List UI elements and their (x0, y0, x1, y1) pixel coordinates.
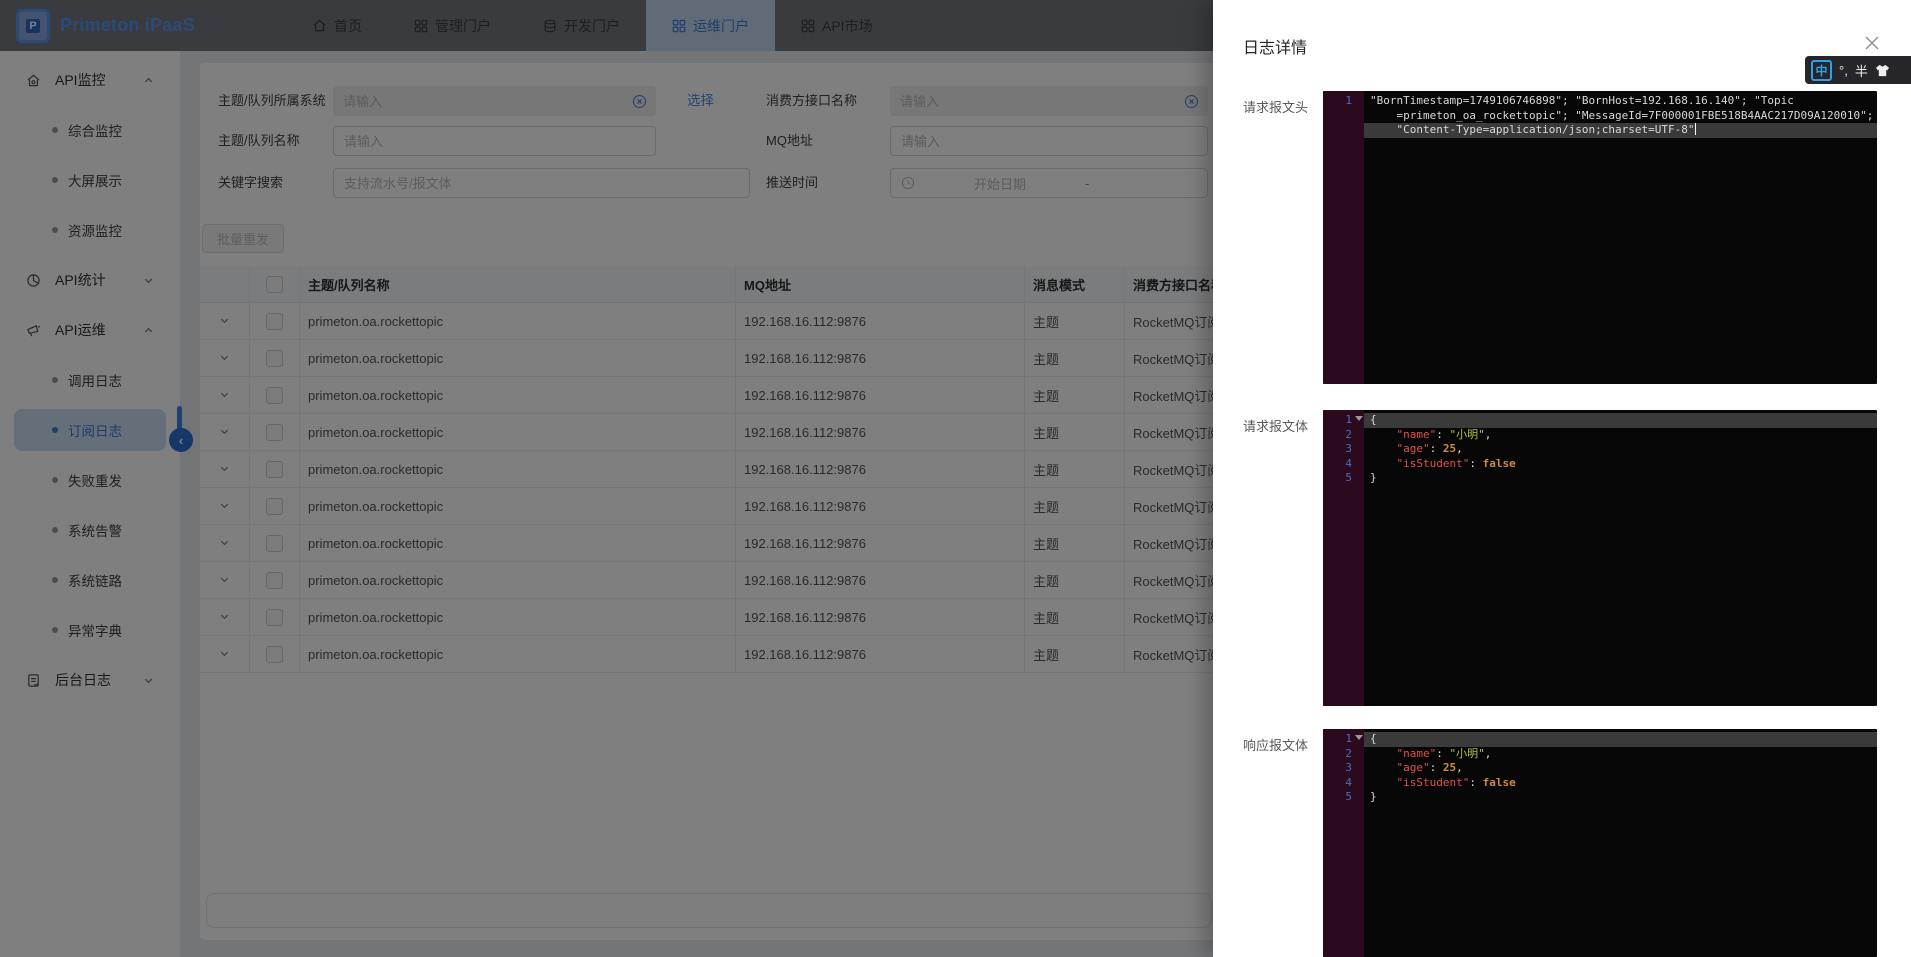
code-line: 1"BornTimestamp=1749106746898"; "BornHos… (1323, 94, 1877, 109)
fold-arrow-icon[interactable] (1355, 416, 1363, 421)
ime-skin-icon[interactable] (1875, 64, 1890, 77)
code-line: 5} (1323, 790, 1877, 805)
screen: P Primeton iPaaS 首页管理门户开发门户运维门户API市场 API… (0, 0, 1911, 957)
code-line: 3 "age": 25, (1323, 761, 1877, 776)
code-line: 5} (1323, 471, 1877, 486)
code-line: 4 "isStudent": false (1323, 776, 1877, 791)
code-line: 1{ (1323, 413, 1877, 428)
code-line: =primeton_oa_rockettopic"; "MessageId=7F… (1323, 109, 1877, 124)
request-header-label: 请求报文头 (1243, 97, 1308, 116)
ime-chinese-mode-icon[interactable]: 中 (1811, 60, 1832, 81)
code-line: 4 "isStudent": false (1323, 457, 1877, 472)
request-body-label: 请求报文体 (1243, 416, 1308, 435)
text-cursor (1695, 123, 1697, 135)
response-body-label: 响应报文体 (1243, 735, 1308, 754)
code-line: "Content-Type=application/json;charset=U… (1323, 123, 1877, 138)
code-line: 3 "age": 25, (1323, 442, 1877, 457)
code-line: 2 "name": "小明", (1323, 428, 1877, 443)
code-line: 1{ (1323, 732, 1877, 747)
ime-punctuation-toggle[interactable]: °, (1839, 63, 1848, 78)
response-body-editor[interactable]: 1{2 "name": "小明",3 "age": 25,4 "isStuden… (1323, 729, 1877, 957)
fold-arrow-icon[interactable] (1355, 735, 1363, 740)
code-line: 2 "name": "小明", (1323, 747, 1877, 762)
close-icon[interactable] (1863, 34, 1881, 52)
ime-half-width-toggle[interactable]: 半 (1855, 61, 1868, 80)
request-body-editor[interactable]: 1{2 "name": "小明",3 "age": 25,4 "isStuden… (1323, 410, 1877, 706)
drawer-title: 日志详情 (1243, 34, 1307, 58)
request-header-editor[interactable]: 1"BornTimestamp=1749106746898"; "BornHos… (1323, 91, 1877, 384)
ime-toolbar: 中 °, 半 (1805, 56, 1911, 84)
log-detail-drawer: 日志详情 请求报文头 1"BornTimestamp=1749106746898"… (1213, 0, 1911, 957)
